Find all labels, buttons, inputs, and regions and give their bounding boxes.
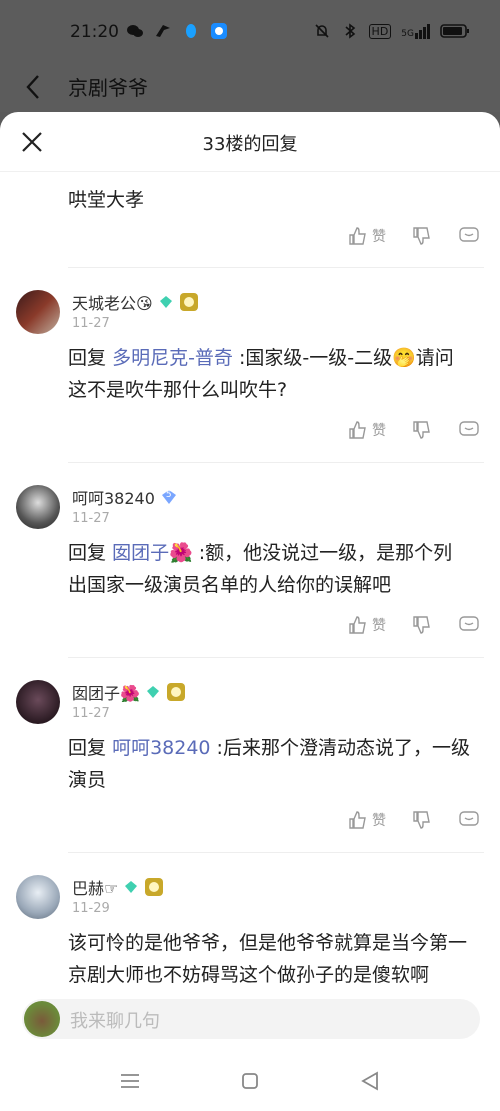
comment-input-bar: 我来聊几句 xyxy=(0,987,500,1051)
qq-icon xyxy=(186,24,196,38)
comment-icon[interactable] xyxy=(458,420,480,440)
avatar[interactable] xyxy=(16,485,60,529)
reply-date: 11-27 xyxy=(72,706,110,721)
user-name[interactable]: 呵呵38240 xyxy=(72,485,155,509)
status-bar: 21:20 HD 5G xyxy=(0,0,500,64)
like-button[interactable]: 赞 xyxy=(348,420,386,440)
menu-icon[interactable] xyxy=(118,1069,142,1093)
bluetooth-icon xyxy=(345,23,355,39)
notification-icons xyxy=(126,22,228,40)
thumb-down-icon[interactable] xyxy=(412,420,432,440)
gem-badge-icon xyxy=(125,881,138,893)
wechat-icon xyxy=(127,25,143,37)
app-icon xyxy=(211,23,227,39)
reply-content: 回复 多明尼克-普奇 :国家级-一级-二级🤭请问这不是吹牛那什么叫吹牛? xyxy=(68,347,454,401)
thumb-up-icon xyxy=(349,421,366,439)
thumb-up-icon xyxy=(349,616,366,634)
back-arrow-icon[interactable] xyxy=(22,72,44,102)
mention-link[interactable]: 囡团子🌺 xyxy=(112,542,193,564)
user-name-row: 巴赫☞ xyxy=(72,875,164,899)
user-name-row: 囡团子🌺 xyxy=(72,680,186,704)
reply-date: 11-27 xyxy=(72,316,110,331)
like-button[interactable]: 赞 xyxy=(348,615,386,635)
system-icons: HD 5G xyxy=(313,22,470,40)
avatar[interactable] xyxy=(16,875,60,919)
avatar[interactable] xyxy=(16,290,60,334)
user-name-row: 呵呵38240 5 xyxy=(72,485,177,509)
level-badge-icon xyxy=(179,293,198,311)
comment-icon[interactable] xyxy=(458,615,480,635)
reply-content: 该可怜的是他爷爷，但是他爷爷就算是当今第一京剧大师也不妨碍骂这个做孙子的是傻软啊 xyxy=(68,932,468,986)
reply-date: 11-29 xyxy=(72,901,110,916)
sheet-header: 33楼的回复 xyxy=(0,112,500,172)
user-name[interactable]: 天城老公😘 xyxy=(72,290,153,314)
reply-actions: 赞 xyxy=(348,420,480,440)
reply-content: 哄堂大孝 xyxy=(68,189,145,211)
thumb-down-icon[interactable] xyxy=(412,226,432,246)
mention-link[interactable]: 多明尼克-普奇 xyxy=(112,347,233,369)
like-button[interactable]: 赞 xyxy=(348,810,386,830)
hd-icon: HD xyxy=(368,23,392,39)
level-badge-icon xyxy=(145,878,164,896)
gem-badge-icon xyxy=(146,686,159,698)
list-item: 天城老公😘 11-27 回复 多明尼克-普奇 :国家级-一级-二级🤭请问这不是吹… xyxy=(0,268,500,463)
reply-actions: 赞 xyxy=(348,226,480,246)
reply-date: 11-27 xyxy=(72,511,110,526)
sheet-title: 33楼的回复 xyxy=(202,134,298,155)
system-nav-bar xyxy=(0,1051,500,1111)
background-page-title: 京剧爷爷 xyxy=(68,76,148,100)
mention-link[interactable]: 呵呵38240 xyxy=(112,737,210,759)
thumb-down-icon[interactable] xyxy=(412,615,432,635)
thumb-up-icon xyxy=(349,227,366,245)
home-icon[interactable] xyxy=(238,1069,262,1093)
background-header: 京剧爷爷 xyxy=(0,64,500,112)
bird-icon xyxy=(156,25,170,37)
back-icon[interactable] xyxy=(358,1069,382,1093)
comment-icon[interactable] xyxy=(458,226,480,246)
status-time: 21:20 xyxy=(70,22,119,42)
avatar[interactable] xyxy=(16,680,60,724)
user-name[interactable]: 巴赫☞ xyxy=(72,875,118,899)
list-item: 巴赫☞ 11-29 该可怜的是他爷爷，但是他爷爷就算是当今第一京剧大师也不妨碍骂… xyxy=(0,853,500,987)
list-item: 哄堂大孝 赞 xyxy=(0,172,500,268)
list-item: 囡团子🌺 11-27 回复 呵呵38240 :后来那个澄清动态说了，一级演员 赞 xyxy=(0,658,500,853)
reply-content: 回复 囡团子🌺 :额，他没说过一级，是那个列出国家一级演员名单的人给你的误解吧 xyxy=(68,542,453,596)
comment-icon[interactable] xyxy=(458,810,480,830)
my-avatar xyxy=(24,1001,60,1037)
level-badge-icon xyxy=(166,683,185,701)
signal-5g-icon: 5G xyxy=(401,23,430,39)
reply-actions: 赞 xyxy=(348,810,480,830)
battery-icon xyxy=(440,24,469,38)
thumb-down-icon[interactable] xyxy=(412,810,432,830)
user-name-row: 天城老公😘 xyxy=(72,290,199,314)
comment-input-placeholder: 我来聊几句 xyxy=(70,1011,160,1032)
like-button[interactable]: 赞 xyxy=(348,226,386,246)
user-name[interactable]: 囡团子🌺 xyxy=(72,680,140,704)
list-item: 呵呵38240 5 11-27 回复 囡团子🌺 :额，他没说过一级，是那个列出国… xyxy=(0,463,500,658)
reply-actions: 赞 xyxy=(348,615,480,635)
reply-sheet: 33楼的回复 哄堂大孝 赞 天城老公😘 11-27 回复 多明尼克-普奇:国家… xyxy=(0,112,500,1111)
gem-badge-icon xyxy=(159,296,172,308)
reply-content: 回复 呵呵38240 :后来那个澄清动态说了，一级演员 xyxy=(68,737,470,791)
gem-level-badge-icon: 5 xyxy=(161,489,177,505)
mute-bell-icon xyxy=(314,24,329,38)
reply-list[interactable]: 哄堂大孝 赞 天城老公😘 11-27 回复 多明尼克-普奇:国家级-一级-二级… xyxy=(0,172,500,987)
thumb-up-icon xyxy=(349,811,366,829)
